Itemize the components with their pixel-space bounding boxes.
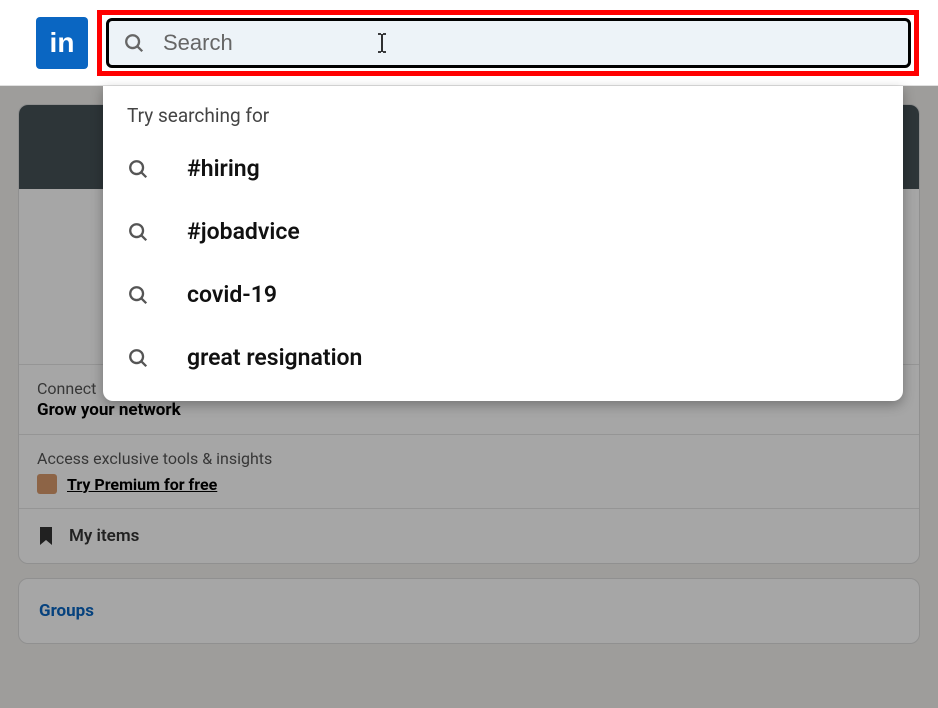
suggestion-item[interactable]: covid-19 xyxy=(103,263,903,326)
suggestion-text: #hiring xyxy=(187,155,260,182)
suggestion-item[interactable]: great resignation xyxy=(103,326,903,389)
suggestion-item[interactable]: #jobadvice xyxy=(103,200,903,263)
suggestion-text: covid-19 xyxy=(187,281,277,308)
search-icon xyxy=(127,347,149,369)
suggestions-title: Try searching for xyxy=(103,86,903,137)
search-icon xyxy=(127,158,149,180)
search-icon xyxy=(127,221,149,243)
linkedin-logo-text: in xyxy=(50,27,75,59)
top-bar: in xyxy=(0,0,938,86)
suggestion-text: #jobadvice xyxy=(187,218,300,245)
suggestion-text: great resignation xyxy=(187,344,362,371)
linkedin-logo[interactable]: in xyxy=(36,17,88,69)
search-icon xyxy=(123,32,145,54)
search-icon xyxy=(127,284,149,306)
search-input[interactable] xyxy=(163,30,894,56)
search-suggestions-dropdown: Try searching for #hiring #jobadvice cov… xyxy=(103,86,903,401)
search-bar[interactable] xyxy=(106,18,911,68)
suggestion-item[interactable]: #hiring xyxy=(103,137,903,200)
